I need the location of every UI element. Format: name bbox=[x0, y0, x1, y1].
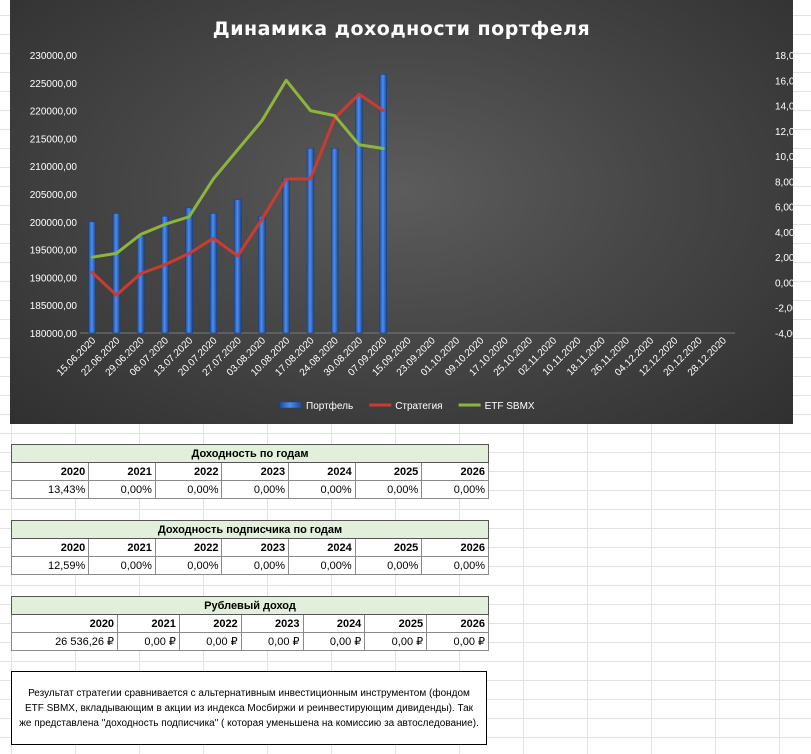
ruble-income-table: Рублевый доход 2020 2021 2022 2023 2024 … bbox=[10, 596, 489, 651]
value-cell: 13,43% bbox=[10, 480, 90, 499]
year-cell: 2020 bbox=[10, 462, 90, 481]
left-axis-tick-label: 195000,00 bbox=[30, 246, 78, 257]
year-cell: 2023 bbox=[240, 614, 304, 633]
bar-portfolio bbox=[330, 148, 339, 334]
right-axis-tick-label: 12,00% bbox=[775, 127, 793, 138]
left-axis-tick-label: 215000,00 bbox=[30, 134, 78, 145]
legend-label: Портфель bbox=[306, 400, 353, 412]
bar-portfolio bbox=[209, 213, 218, 334]
yearly-return-table: Доходность по годам 2020 2021 2022 2023 … bbox=[10, 444, 489, 499]
year-cell: 2021 bbox=[117, 614, 180, 633]
table-row: 2020 2021 2022 2023 2024 2025 2026 bbox=[10, 462, 489, 481]
value-cell: 0,00 ₽ bbox=[426, 632, 489, 651]
value-cell: 12,59% bbox=[10, 556, 90, 575]
value-cell: 0,00% bbox=[354, 480, 423, 499]
year-cell: 2025 bbox=[354, 538, 423, 557]
left-axis-tick-label: 200000,00 bbox=[30, 218, 78, 229]
subscriber-return-table: Доходность подписчика по годам 2020 2021… bbox=[10, 520, 489, 575]
year-cell: 2022 bbox=[178, 614, 242, 633]
right-axis-tick-label: -4,00% bbox=[775, 329, 793, 340]
year-cell: 2026 bbox=[421, 538, 489, 557]
right-axis-tick-label: 16,00% bbox=[775, 76, 793, 87]
year-cell: 2022 bbox=[154, 462, 223, 481]
bar-portfolio bbox=[136, 235, 145, 334]
year-cell: 2023 bbox=[221, 462, 290, 481]
value-cell: 0,00% bbox=[288, 480, 356, 499]
table-row: 2020 2021 2022 2023 2024 2025 2026 bbox=[10, 538, 489, 557]
year-cell: 2020 bbox=[10, 538, 90, 557]
year-cell: 2023 bbox=[221, 538, 290, 557]
year-cell: 2024 bbox=[288, 538, 356, 557]
chart-title: Динамика доходности портфеля bbox=[212, 18, 591, 40]
year-cell: 2020 bbox=[10, 614, 119, 633]
bar-portfolio bbox=[355, 94, 363, 334]
year-cell: 2024 bbox=[288, 462, 356, 481]
year-cell: 2025 bbox=[354, 462, 423, 481]
value-cell: 0,00 ₽ bbox=[302, 632, 366, 651]
left-axis-tick-label: 190000,00 bbox=[30, 273, 78, 284]
legend-label: Стратегия bbox=[395, 401, 442, 412]
legend-swatch bbox=[279, 401, 303, 409]
right-axis-tick-label: 0,00% bbox=[775, 278, 793, 289]
value-cell: 0,00 ₽ bbox=[240, 632, 304, 651]
year-cell: 2026 bbox=[426, 614, 489, 633]
table-title: Доходность по годам bbox=[11, 444, 489, 463]
value-cell: 0,00% bbox=[288, 556, 356, 575]
bar-portfolio bbox=[282, 177, 290, 334]
table-title: Доходность подписчика по годам bbox=[11, 520, 489, 539]
bar-portfolio bbox=[233, 199, 242, 334]
left-axis-tick-label: 225000,00 bbox=[30, 79, 78, 90]
description-note: Результат стратегии сравнивается с альте… bbox=[11, 671, 487, 745]
value-cell: 0,00% bbox=[221, 480, 290, 499]
value-cell: 0,00 ₽ bbox=[364, 632, 428, 651]
left-axis-tick-label: 220000,00 bbox=[30, 107, 78, 118]
bar-portfolio bbox=[161, 215, 169, 334]
value-cell: 26 536,26 ₽ bbox=[10, 632, 119, 651]
table-row: 2020 2021 2022 2023 2024 2025 2026 bbox=[10, 614, 489, 633]
value-cell: 0,00% bbox=[88, 556, 156, 575]
year-cell: 2021 bbox=[88, 462, 156, 481]
table-row: 26 536,26 ₽ 0,00 ₽ 0,00 ₽ 0,00 ₽ 0,00 ₽ … bbox=[10, 632, 489, 651]
right-axis-tick-label: 10,00% bbox=[775, 152, 793, 163]
value-cell: 0,00% bbox=[354, 556, 423, 575]
chart-plot: 180000,00 185000,00 190000,00 195000,00 2000… bbox=[30, 51, 809, 412]
value-cell: 0,00% bbox=[154, 556, 223, 575]
right-axis-tick-label: 2,00% bbox=[775, 253, 793, 264]
value-cell: 0,00% bbox=[421, 556, 489, 575]
year-cell: 2025 bbox=[364, 614, 428, 633]
note-text: Результат стратегии сравнивается с альте… bbox=[19, 687, 479, 729]
bar-portfolio bbox=[379, 74, 387, 334]
year-cell: 2021 bbox=[88, 538, 156, 557]
value-cell: 0,00% bbox=[154, 480, 223, 499]
right-axis-tick-label: 4,00% bbox=[775, 228, 793, 239]
value-cell: 0,00% bbox=[88, 480, 156, 499]
left-axis-tick-label: 185000,00 bbox=[30, 301, 78, 312]
chart-area: Динамика доходности портфеля 180000,00 18… bbox=[10, 0, 809, 424]
table-title: Рублевый доход bbox=[11, 596, 489, 615]
right-axis-tick-label: 6,00% bbox=[775, 203, 793, 214]
right-axis-tick-label: 18,00% bbox=[775, 51, 793, 62]
value-cell: 0,00 ₽ bbox=[117, 632, 180, 651]
bar-portfolio bbox=[88, 221, 96, 334]
bar-portfolio bbox=[258, 215, 266, 334]
right-axis-tick-label: 8,00% bbox=[775, 177, 793, 188]
year-cell: 2024 bbox=[302, 614, 366, 633]
left-axis-tick-label: 205000,00 bbox=[30, 190, 78, 201]
bar-portfolio bbox=[112, 213, 121, 334]
bar-portfolio bbox=[185, 207, 193, 334]
year-cell: 2022 bbox=[154, 538, 223, 557]
left-axis-tick-label: 230000,00 bbox=[30, 51, 78, 62]
table-row: 12,59% 0,00% 0,00% 0,00% 0,00% 0,00% 0,0… bbox=[10, 556, 489, 575]
year-cell: 2026 bbox=[421, 462, 489, 481]
right-axis-tick-label: -2,00% bbox=[775, 304, 793, 315]
left-axis-tick-label: 210000,00 bbox=[30, 162, 78, 173]
value-cell: 0,00% bbox=[221, 556, 290, 575]
legend-label: ETF SBMX bbox=[485, 401, 535, 412]
value-cell: 0,00% bbox=[421, 480, 489, 499]
value-cell: 0,00 ₽ bbox=[178, 632, 242, 651]
left-axis-tick-label: 180000,00 bbox=[30, 329, 78, 340]
table-row: 13,43% 0,00% 0,00% 0,00% 0,00% 0,00% 0,0… bbox=[10, 480, 489, 499]
right-axis-tick-label: 14,00% bbox=[775, 102, 793, 113]
